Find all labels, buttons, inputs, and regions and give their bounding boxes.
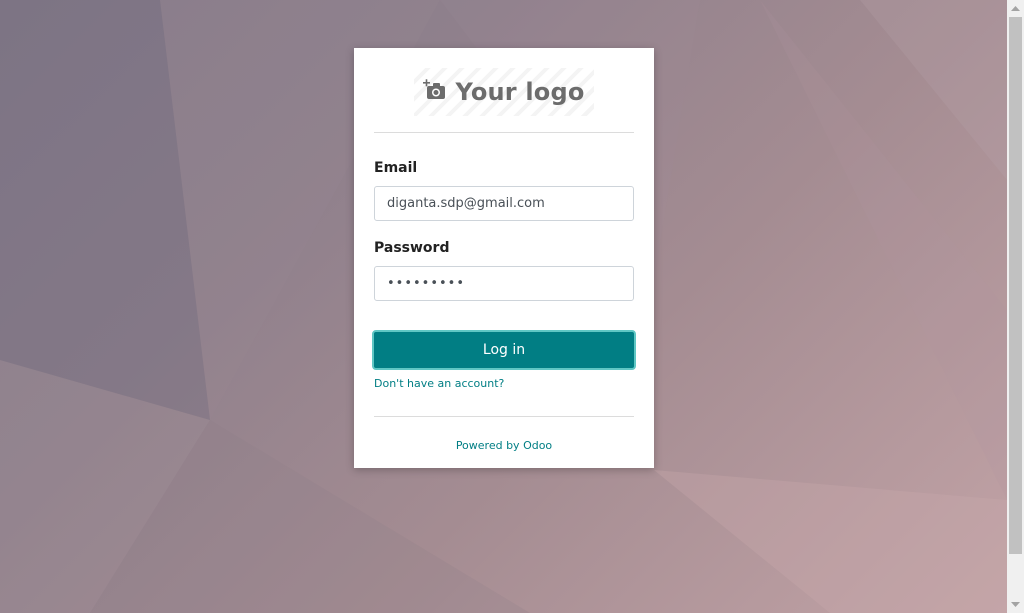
header-divider (374, 132, 634, 133)
signup-link[interactable]: Don't have an account? (374, 377, 504, 390)
email-field[interactable] (374, 186, 634, 221)
login-page-background: Your logo Email Password Log in Don't ha… (0, 0, 1007, 613)
vertical-scrollbar[interactable] (1007, 0, 1024, 613)
camera-plus-icon (423, 79, 447, 105)
password-label: Password (374, 240, 450, 256)
scroll-up-arrow-icon[interactable] (1007, 0, 1024, 17)
email-label: Email (374, 160, 418, 176)
footer-divider (374, 416, 634, 417)
password-field[interactable] (374, 266, 634, 301)
scroll-thumb[interactable] (1009, 17, 1022, 554)
powered-by-link[interactable]: Powered by Odoo (456, 439, 552, 452)
logo-text: Your logo (455, 78, 585, 106)
company-logo: Your logo (414, 68, 594, 116)
scroll-down-arrow-icon[interactable] (1007, 596, 1024, 613)
login-card: Your logo Email Password Log in Don't ha… (354, 48, 654, 468)
footer: Powered by Odoo (374, 434, 634, 453)
login-button[interactable]: Log in (372, 330, 636, 370)
